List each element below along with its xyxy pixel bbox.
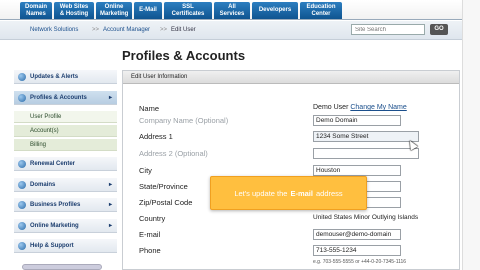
search-go-button[interactable]: GO [430,24,448,35]
company-field[interactable]: Demo Domain [313,115,401,126]
sidebar-item-help-support[interactable]: Help & Support [14,239,117,253]
sidebar-item-profiles-accounts[interactable]: Profiles & Accounts ▸ [14,91,117,105]
sidebar-item-renewal-center[interactable]: Renewal Center [14,157,117,171]
breadcrumb-separator: >> [160,27,168,33]
tab-developers[interactable]: Developers [252,2,298,19]
tab-domain-names[interactable]: Domain Names [20,2,52,19]
sidebar-item-domains[interactable]: Domains ▸ [14,178,117,192]
tab-ssl-certificates[interactable]: SSL Certificates [164,2,212,19]
sidebar-item-updates-alerts[interactable]: Updates & Alerts [14,70,117,84]
globe-icon [18,180,26,189]
tab-online-marketing[interactable]: Online Marketing [96,2,132,19]
chevron-right-icon: ▸ [108,95,112,101]
chevron-right-icon: ▸ [108,182,112,188]
address2-label: Address 2 (Optional) [139,149,208,158]
city-label: City [139,166,152,175]
email-label: E-mail [139,230,161,239]
email-field[interactable]: demouser@demo-domain [313,229,401,240]
phone-hint: e.g. 703-555-5555 or +44-0-20-7345-1116 [313,259,407,265]
tab-web-sites-hosting[interactable]: Web Sites & Hosting [54,2,94,19]
sidebar: Updates & Alerts Profiles & Accounts ▸ U… [14,70,117,270]
breadcrumb-home-link[interactable]: Network Solutions [30,27,78,33]
phone-field[interactable]: 713-555-1234 [313,245,401,256]
breadcrumb-bar: Network Solutions >> Account Manager >> … [0,21,462,40]
user-icon [18,93,26,102]
tab-education-center[interactable]: Education Center [300,2,342,19]
address1-label: Address 1 [139,132,173,141]
name-label: Name [139,104,160,113]
top-navigation-bar: Domain Names Web Sites & Hosting Online Mar… [0,0,480,20]
sidebar-item-online-marketing[interactable]: Online Marketing ▸ [14,219,117,233]
help-icon [18,241,26,250]
tutorial-callout: Let's update the E-mail address [210,176,367,210]
name-value: Demo User Change My Name [313,104,407,111]
country-label: Country [139,214,166,223]
bell-icon [18,72,26,81]
sidebar-subitem-accounts[interactable]: Account(s) [14,125,117,137]
refresh-icon [18,159,26,168]
chart-icon [18,221,26,230]
address2-field[interactable] [313,148,419,159]
sidebar-subitem-user-profile[interactable]: User Profile [14,111,117,123]
country-value[interactable]: United States Minor Outlying Islands [313,214,418,221]
chevron-right-icon: ▸ [108,223,112,229]
breadcrumb-account-manager-link[interactable]: Account Manager [103,27,150,33]
main-nav: Domain Names Web Sites & Hosting Online Mar… [20,2,342,19]
sidebar-scroll-handle[interactable] [22,264,102,270]
sidebar-item-business-profiles[interactable]: Business Profiles ▸ [14,198,117,212]
site-search-input[interactable] [351,24,425,35]
breadcrumb-current: Edit User [171,27,196,33]
change-name-link[interactable]: Change My Name [350,104,406,111]
sidebar-subitem-billing[interactable]: Billing [14,139,117,151]
company-label: Company Name (Optional) [139,116,229,125]
phone-label: Phone [139,246,161,255]
page-title: Profiles & Accounts [122,48,246,63]
briefcase-icon [18,200,26,209]
panel-header: Edit User Information [123,71,459,84]
tab-email[interactable]: E-Mail [134,2,162,19]
breadcrumb-separator: >> [92,27,100,33]
state-label: State/Province [139,182,188,191]
chevron-right-icon: ▸ [108,202,112,208]
page-edge [462,0,480,270]
city-field[interactable]: Houston [313,165,401,176]
tab-all-services[interactable]: All Services [214,2,250,19]
edit-user-panel: Edit User Information Name Demo User Cha… [122,70,460,270]
address1-field[interactable]: 1234 Some Street [313,131,419,142]
zip-label: Zip/Postal Code [139,198,193,207]
